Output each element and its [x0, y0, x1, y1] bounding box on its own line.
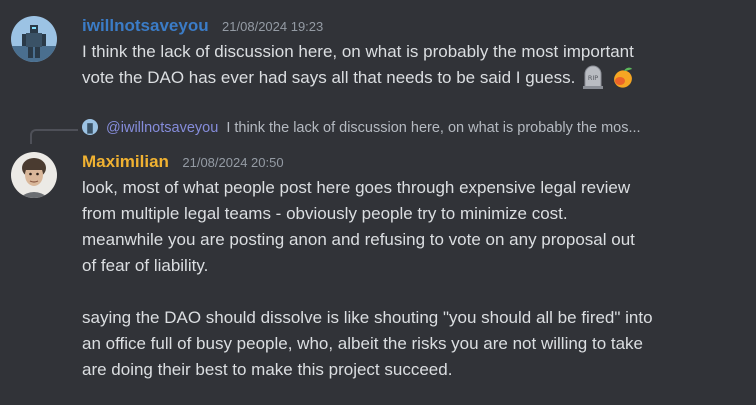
username[interactable]: iwillnotsaveyou	[82, 16, 209, 35]
message-line: saying the DAO should dissolve is like s…	[82, 308, 653, 327]
reply-reference[interactable]: @iwillnotsaveyou I think the lack of dis…	[82, 119, 641, 136]
message-line: of fear of liability.	[82, 256, 209, 275]
message-content: I think the lack of discussion here, on …	[82, 39, 635, 97]
message-line: meanwhile you are posting anon and refus…	[82, 230, 635, 249]
message-line: look, most of what people post here goes…	[82, 178, 631, 197]
message-line	[82, 279, 653, 305]
reply-mention[interactable]: @iwillnotsaveyou	[106, 120, 218, 136]
robot-avatar-icon	[11, 16, 57, 62]
reply-avatar-icon	[82, 119, 98, 135]
timestamp[interactable]: 21/08/2024 19:23	[222, 19, 323, 34]
rip-tombstone-icon[interactable]: RIP	[581, 65, 605, 97]
mango-icon[interactable]	[611, 65, 635, 97]
message-line: are doing their best to make this projec…	[82, 360, 453, 379]
message-line: from multiple legal teams - obviously pe…	[82, 204, 568, 223]
message-line: vote the DAO has ever had says all that …	[82, 65, 635, 97]
reply-connector	[30, 129, 78, 144]
timestamp[interactable]: 21/08/2024 20:50	[182, 155, 283, 170]
person-avatar-icon	[11, 152, 57, 198]
reply-preview[interactable]: I think the lack of discussion here, on …	[226, 120, 640, 136]
username[interactable]: Maximilian	[82, 152, 169, 171]
avatar[interactable]	[11, 16, 57, 62]
message-line: I think the lack of discussion here, on …	[82, 42, 634, 61]
message-content: look, most of what people post here goes…	[82, 175, 653, 383]
svg-text:RIP: RIP	[588, 74, 598, 82]
avatar[interactable]	[11, 152, 57, 198]
message-line: an office full of busy people, who, albe…	[82, 334, 644, 353]
